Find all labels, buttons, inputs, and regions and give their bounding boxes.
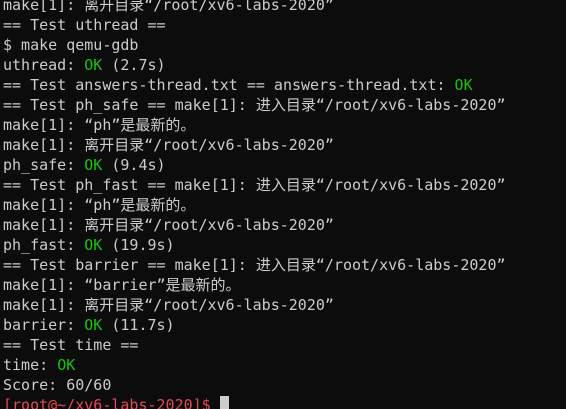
output-line: make[1]: “ph”是最新的。 xyxy=(3,196,196,214)
output-line: $ make qemu-gdb xyxy=(3,36,139,54)
ok-status: OK xyxy=(454,76,473,94)
text-cursor xyxy=(219,396,229,409)
output-line: == Test ph_fast == make[1]: 进入目录“/root/x… xyxy=(3,176,506,194)
output-line: ph_fast: OK (19.9s) xyxy=(3,236,175,254)
prompt-line[interactable]: [root@~/xv6-labs-2020]$ xyxy=(3,395,566,409)
output-line: == Test barrier == make[1]: 进入目录“/root/x… xyxy=(3,256,506,274)
output-line: make[1]: 离开目录“/root/xv6-labs-2020” xyxy=(3,136,334,154)
output-line: make[1]: 离开目录“/root/xv6-labs-2020” xyxy=(3,0,334,14)
output-line: == Test answers-thread.txt == answers-th… xyxy=(3,76,473,94)
output-line: barrier: OK (11.7s) xyxy=(3,316,175,334)
output-line: == Test uthread == xyxy=(3,16,166,34)
output-line: time: OK xyxy=(3,356,76,374)
output-line: ph_safe: OK (9.4s) xyxy=(3,156,166,174)
output-line: make[1]: “barrier”是最新的。 xyxy=(3,276,241,294)
output-line: make[1]: 离开目录“/root/xv6-labs-2020” xyxy=(3,216,334,234)
terminal-output[interactable]: make[1]: 离开目录“/root/xv6-labs-2020” == Te… xyxy=(0,0,566,409)
shell-prompt: [root@~/xv6-labs-2020]$ xyxy=(3,396,220,409)
output-line: Score: 60/60 xyxy=(3,376,112,394)
ok-status: OK xyxy=(84,236,103,254)
output-line: uthread: OK (2.7s) xyxy=(3,56,166,74)
output-line: == Test ph_safe == make[1]: 进入目录“/root/x… xyxy=(3,96,506,114)
ok-status: OK xyxy=(84,56,103,74)
output-line: make[1]: 离开目录“/root/xv6-labs-2020” xyxy=(3,296,334,314)
ok-status: OK xyxy=(84,316,103,334)
output-line: == Test time == xyxy=(3,336,139,354)
output-line: make[1]: “ph”是最新的。 xyxy=(3,116,196,134)
ok-status: OK xyxy=(57,356,76,374)
ok-status: OK xyxy=(84,156,103,174)
